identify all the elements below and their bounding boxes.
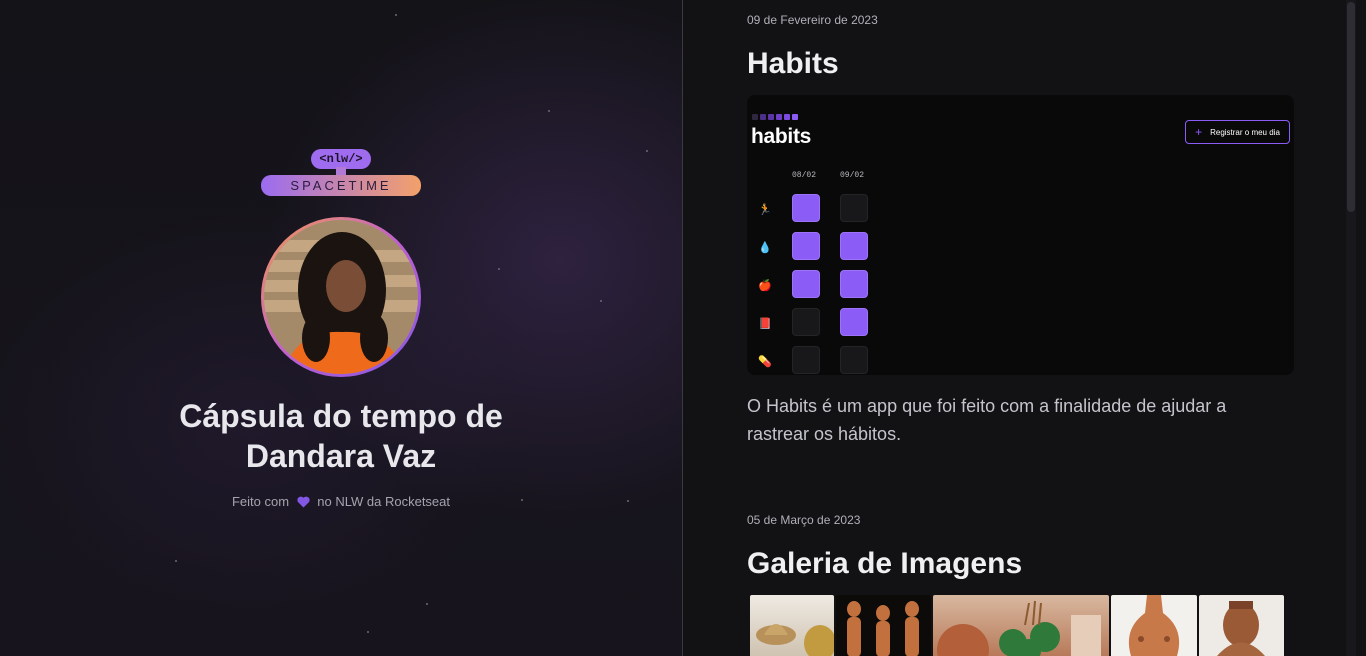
pill-icon: 💊	[758, 356, 772, 368]
column-date: 08/02	[792, 171, 817, 180]
apple-icon: 🍎	[758, 280, 772, 292]
pottery-plants-photo	[933, 595, 1109, 656]
star	[600, 300, 602, 302]
habit-day-cell	[840, 270, 868, 298]
avatar	[261, 217, 421, 377]
star	[498, 268, 500, 270]
page-title: Cápsula do tempo de Dandara Vaz	[141, 396, 541, 476]
owner-name: Dandara Vaz	[245, 438, 437, 474]
heart-icon	[297, 496, 310, 511]
logo-bottom-text: SPACETIME	[290, 178, 392, 193]
star	[627, 500, 629, 502]
habit-day-cell	[840, 232, 868, 260]
plus-icon: +	[1195, 125, 1203, 139]
spacetime-logo: <nlw/> SPACETIME	[260, 148, 422, 198]
scrollbar-thumb[interactable]	[1347, 2, 1355, 212]
star	[395, 14, 397, 16]
star	[426, 603, 428, 605]
habit-day-cell	[792, 308, 820, 336]
credits-prefix: Feito com	[231, 494, 290, 509]
habit-day-cell	[840, 308, 868, 336]
memory-item: 05 de Março de 2023 Galeria de Imagens	[747, 511, 1295, 581]
register-day-label: Registrar o meu dia	[1210, 127, 1280, 137]
register-day-button: + Registrar o meu dia	[1185, 120, 1290, 144]
scrollbar[interactable]	[1346, 0, 1356, 656]
habit-day-cell	[792, 346, 820, 374]
memory-title: Galeria de Imagens	[747, 547, 1023, 580]
memory-cover-image: habits + Registrar o meu dia 08/02 09/02…	[747, 95, 1294, 375]
credits-suffix: no NLW da Rocketseat	[317, 494, 451, 509]
memories-feed[interactable]: 09 de Fevereiro de 2023 Habits habits + …	[683, 0, 1356, 656]
habit-day-cell	[792, 194, 820, 222]
memory-description: O Habits é um app que foi feito com a fi…	[747, 396, 1227, 444]
star	[548, 110, 550, 112]
clay-bust-photo	[1199, 595, 1284, 656]
memory-date: 09 de Fevereiro de 2023	[747, 13, 878, 27]
habit-day-cell	[792, 270, 820, 298]
habit-day-cell	[840, 194, 868, 222]
logo-top-text: <nlw/>	[319, 152, 363, 166]
memory-cover-image	[750, 595, 1292, 656]
avatar-photo	[264, 220, 418, 374]
ceramic-hat-photo	[750, 595, 834, 656]
star	[175, 560, 177, 562]
column-date: 09/02	[840, 171, 865, 180]
clay-figures-photo	[836, 595, 931, 656]
clay-vase-photo	[1111, 595, 1197, 656]
title-prefix: Cápsula do tempo de	[179, 398, 503, 434]
credits: Feito com no NLW da Rocketseat	[141, 494, 541, 511]
memory-item: 09 de Fevereiro de 2023 Habits	[747, 11, 1295, 81]
habits-logo-mark	[752, 114, 798, 120]
habit-day-cell	[840, 346, 868, 374]
memory-date: 05 de Março de 2023	[747, 513, 861, 527]
runner-icon: 🏃	[758, 204, 772, 216]
habits-logo: habits	[751, 125, 812, 148]
star	[367, 631, 369, 633]
water-drop-icon: 💧	[758, 242, 772, 254]
book-icon: 📕	[758, 318, 772, 330]
star	[646, 150, 648, 152]
hero-panel: <nlw/> SPACETIME Cápsula do tempo de Dan…	[0, 0, 682, 656]
habit-day-cell	[792, 232, 820, 260]
memory-title: Habits	[747, 47, 839, 80]
